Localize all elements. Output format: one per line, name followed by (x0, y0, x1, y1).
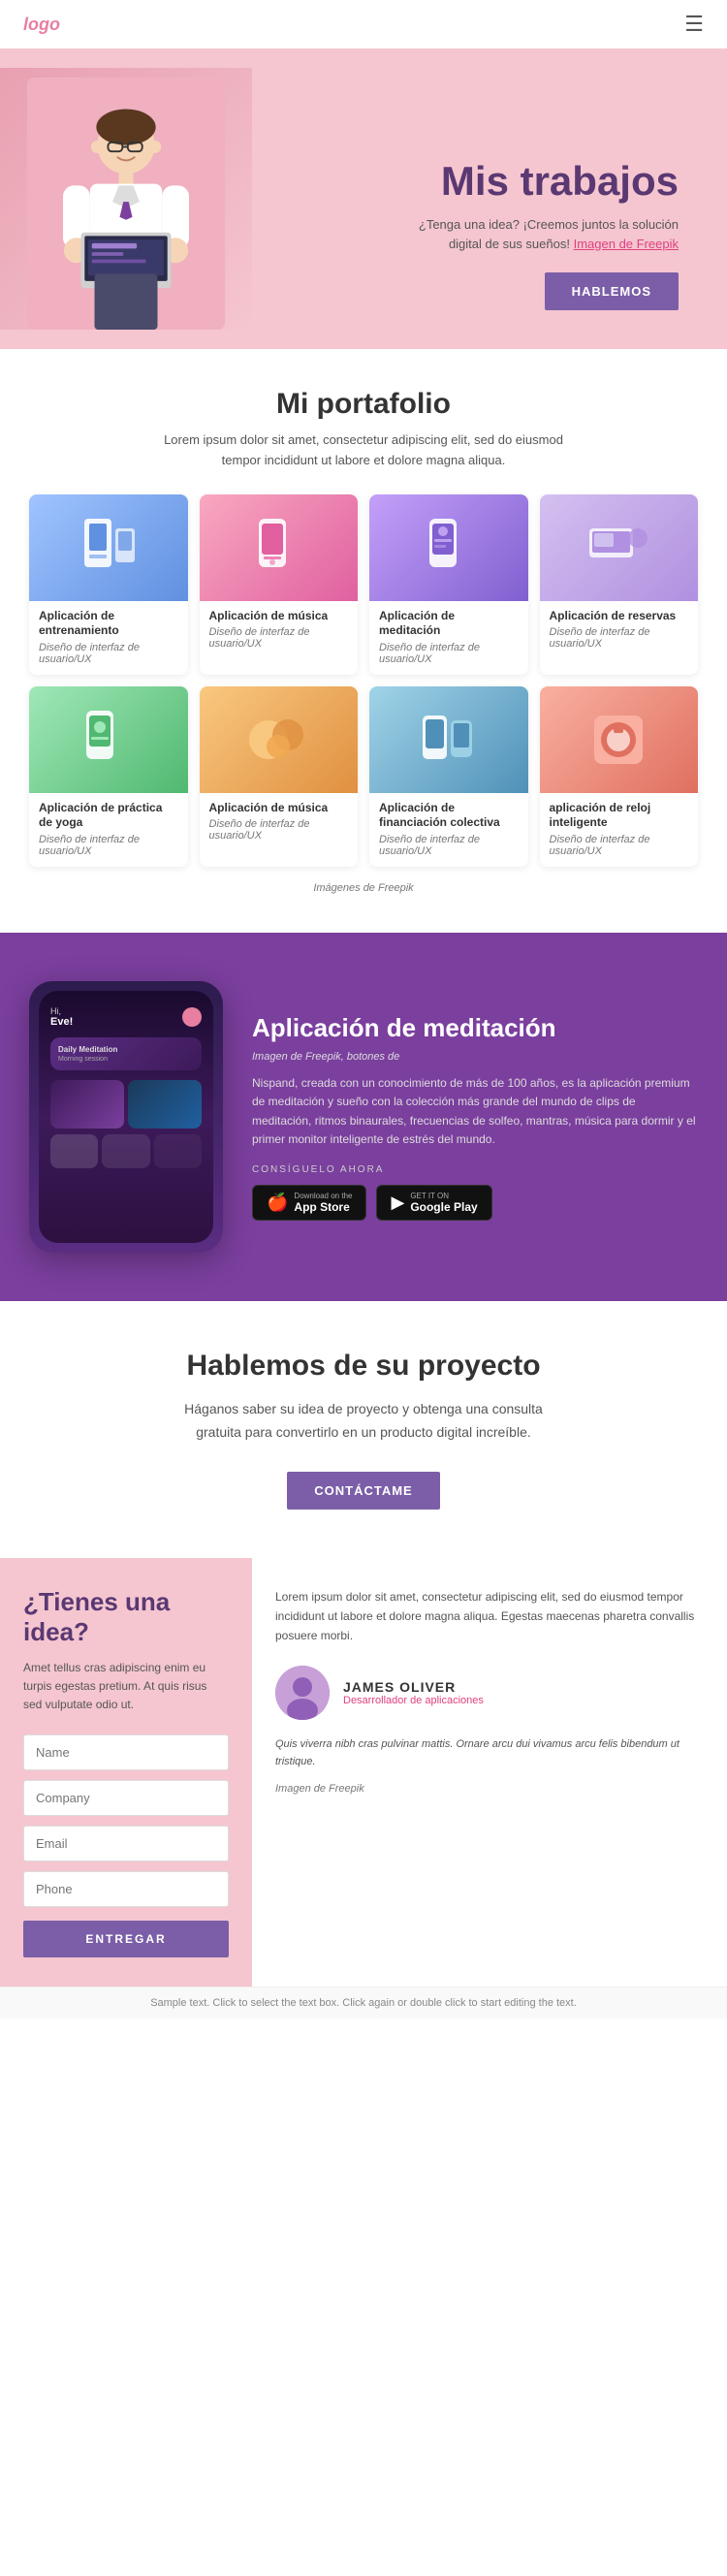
bottom-left-title: ¿Tienes una idea? (23, 1587, 229, 1647)
app-store-button[interactable]: 🍎 Download on the App Store (252, 1185, 366, 1221)
phone-input[interactable] (23, 1871, 229, 1907)
portfolio-item-title-1: Aplicación de entrenamiento (39, 609, 178, 639)
bottom-right-description: Lorem ipsum dolor sit amet, consectetur … (275, 1587, 704, 1646)
author-title: Desarrollador de aplicaciones (343, 1695, 484, 1706)
google-play-button[interactable]: ▶ GET IT ON Google Play (376, 1185, 491, 1221)
email-input[interactable] (23, 1826, 229, 1861)
company-input[interactable] (23, 1780, 229, 1816)
hero-subtitle: ¿Tenga una idea? ¡Creemos juntos la solu… (419, 215, 679, 253)
portfolio-credit: Imágenes de Freepik (29, 882, 698, 894)
logo: logo (23, 15, 60, 35)
portfolio-item-sub-5: Diseño de interfaz de usuario/UX (39, 834, 178, 857)
portfolio-thumb-8 (540, 686, 699, 793)
meditation-description: Nispand, creada con un conocimiento de m… (252, 1074, 698, 1149)
author-avatar (275, 1666, 330, 1720)
project-section: Hablemos de su proyecto Háganos saber su… (0, 1301, 727, 1558)
hero-title: Mis trabajos (441, 159, 679, 204)
meditation-credit: Imagen de Freepik, botones de (252, 1051, 698, 1063)
author-quote: Quis viverra nibh cras pulvinar mattis. … (275, 1735, 704, 1771)
portfolio-item[interactable]: Aplicación de música Diseño de interfaz … (200, 686, 359, 867)
portfolio-item[interactable]: Aplicación de música Diseño de interfaz … (200, 494, 359, 675)
portfolio-item-sub-4: Diseño de interfaz de usuario/UX (550, 626, 689, 650)
meditation-content: Aplicación de meditación Imagen de Freep… (252, 1013, 698, 1221)
portfolio-thumb-6 (200, 686, 359, 793)
portfolio-thumb-4 (540, 494, 699, 601)
meditation-section: Hi, Eve! Daily Meditation Morning sessio… (0, 933, 727, 1301)
meditation-mockup: Hi, Eve! Daily Meditation Morning sessio… (29, 981, 223, 1253)
portfolio-description: Lorem ipsum dolor sit amet, consectetur … (160, 430, 567, 471)
contactame-button[interactable]: CONTÁCTAME (287, 1472, 439, 1510)
portfolio-item-title-6: Aplicación de música (209, 801, 349, 816)
portfolio-thumb-3 (369, 494, 528, 601)
portfolio-item[interactable]: Aplicación de reservas Diseño de interfa… (540, 494, 699, 675)
download-on-label: Download on the (294, 1192, 352, 1200)
meditation-title: Aplicación de meditación (252, 1013, 698, 1043)
portfolio-item-sub-7: Diseño de interfaz de usuario/UX (379, 834, 519, 857)
portfolio-thumb-1 (29, 494, 188, 601)
portfolio-item-sub-1: Diseño de interfaz de usuario/UX (39, 642, 178, 665)
portfolio-title: Mi portafolio (29, 388, 698, 421)
portfolio-section: Mi portafolio Lorem ipsum dolor sit amet… (0, 349, 727, 933)
portfolio-item[interactable]: Aplicación de práctica de yoga Diseño de… (29, 686, 188, 867)
hablemos-button[interactable]: HABLEMOS (545, 272, 679, 310)
portfolio-item-title-3: Aplicación de meditación (379, 609, 519, 639)
get-it-on-label: GET IT ON (410, 1192, 477, 1200)
portfolio-item[interactable]: Aplicación de entrenamiento Diseño de in… (29, 494, 188, 675)
portfolio-item[interactable]: aplicación de reloj inteligente Diseño d… (540, 686, 699, 867)
portfolio-thumb-7 (369, 686, 528, 793)
portfolio-item-title-5: Aplicación de práctica de yoga (39, 801, 178, 831)
hamburger-menu-icon[interactable]: ☰ (684, 12, 704, 37)
portfolio-item-sub-3: Diseño de interfaz de usuario/UX (379, 642, 519, 665)
submit-button[interactable]: ENTREGAR (23, 1921, 229, 1957)
hero-person-image (19, 78, 233, 330)
portfolio-item-title-8: aplicación de reloj inteligente (550, 801, 689, 831)
consiguelo-label: CONSÍGUELO AHORA (252, 1164, 698, 1175)
portfolio-item-sub-2: Diseño de interfaz de usuario/UX (209, 626, 349, 650)
hero-content: Mis trabajos ¿Tenga una idea? ¡Creemos j… (252, 130, 698, 330)
portfolio-item[interactable]: Aplicación de meditación Diseño de inter… (369, 494, 528, 675)
author-panel: Lorem ipsum dolor sit amet, consectetur … (252, 1558, 727, 1987)
freepik-link[interactable]: Imagen de Freepik (574, 237, 679, 251)
portfolio-item-title-4: Aplicación de reservas (550, 609, 689, 624)
portfolio-thumb-2 (200, 494, 359, 601)
store-buttons-container: 🍎 Download on the App Store ▶ GET IT ON … (252, 1185, 698, 1221)
hero-image-container (0, 68, 252, 330)
header: logo ☰ (0, 0, 727, 48)
name-input[interactable] (23, 1734, 229, 1770)
portfolio-item-sub-6: Diseño de interfaz de usuario/UX (209, 818, 349, 842)
play-icon: ▶ (391, 1193, 404, 1213)
contact-form-panel: ¿Tienes una idea? Amet tellus cras adipi… (0, 1558, 252, 1987)
footer-text: Sample text. Click to select the text bo… (150, 1997, 577, 2009)
portfolio-thumb-5 (29, 686, 188, 793)
img-credit: Imagen de Freepik (275, 1783, 704, 1795)
portfolio-item-title-7: Aplicación de financiación colectiva (379, 801, 519, 831)
bottom-left-description: Amet tellus cras adipiscing enim eu turp… (23, 1659, 229, 1715)
app-store-label: App Store (294, 1200, 352, 1214)
project-title: Hablemos de su proyecto (29, 1350, 698, 1383)
mockup-screen: Hi, Eve! Daily Meditation Morning sessio… (39, 991, 213, 1243)
project-description: Háganos saber su idea de proyecto y obte… (179, 1398, 548, 1445)
google-play-label: Google Play (410, 1200, 477, 1214)
apple-icon: 🍎 (267, 1193, 288, 1213)
portfolio-item-sub-8: Diseño de interfaz de usuario/UX (550, 834, 689, 857)
author-name: JAMES OLIVER (343, 1679, 484, 1695)
portfolio-grid: Aplicación de entrenamiento Diseño de in… (29, 494, 698, 867)
hero-section: Mis trabajos ¿Tenga una idea? ¡Creemos j… (0, 48, 727, 349)
portfolio-item[interactable]: Aplicación de financiación colectiva Dis… (369, 686, 528, 867)
portfolio-item-title-2: Aplicación de música (209, 609, 349, 624)
bottom-section: ¿Tienes una idea? Amet tellus cras adipi… (0, 1558, 727, 1987)
author-row: JAMES OLIVER Desarrollador de aplicacion… (275, 1666, 704, 1720)
footer: Sample text. Click to select the text bo… (0, 1987, 727, 2019)
